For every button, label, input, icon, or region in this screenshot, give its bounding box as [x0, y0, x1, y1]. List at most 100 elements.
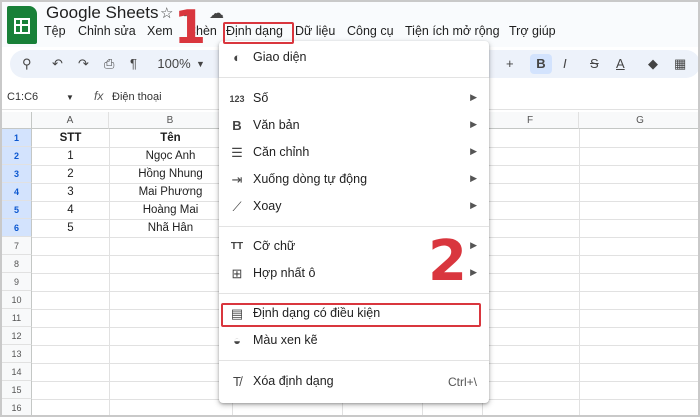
gridline — [579, 129, 580, 415]
cell-a2[interactable]: 1 — [32, 147, 109, 165]
cell-a3[interactable]: 2 — [32, 165, 109, 183]
align-icon: ☰ — [231, 145, 243, 160]
menu-divider — [219, 360, 489, 361]
menu-item-clear-formatting[interactable]: T̸ Xóa định dạng Ctrl+\ — [219, 369, 489, 395]
menu-item-text[interactable]: B Văn bản ▶ — [219, 113, 489, 139]
menu-file[interactable]: Tệp — [44, 24, 66, 38]
menu-item-label: Màu xen kẽ — [253, 333, 318, 347]
wrap-icon: ⇥ — [231, 172, 243, 187]
submenu-arrow-icon: ▶ — [470, 119, 477, 129]
menu-item-label: Căn chỉnh — [253, 145, 310, 159]
row-header[interactable]: 5 — [2, 201, 32, 219]
cell-b4[interactable]: Mai Phương — [109, 183, 232, 201]
menu-item-number[interactable]: 123 Số ▶ — [219, 86, 489, 112]
column-header[interactable]: A — [32, 112, 109, 129]
fx-icon: fx — [94, 89, 104, 103]
select-all-corner[interactable] — [2, 112, 32, 129]
menu-item-label: Xóa định dạng — [253, 374, 334, 388]
menu-item-label: Số — [253, 91, 269, 105]
star-icon[interactable]: ☆ — [160, 4, 173, 22]
paint-format-icon[interactable]: ¶ — [130, 54, 137, 74]
row-header[interactable]: 8 — [2, 255, 32, 273]
print-icon[interactable]: ⎙ — [104, 54, 114, 74]
menu-format[interactable]: Định dạng — [226, 24, 283, 38]
cell-a4[interactable]: 3 — [32, 183, 109, 201]
row-header[interactable]: 16 — [2, 399, 32, 415]
cell-b1[interactable]: Tên — [109, 129, 232, 147]
bold-icon[interactable]: B — [530, 54, 552, 74]
menu-item-wrapping[interactable]: ⇥ Xuống dòng tự động ▶ — [219, 167, 489, 193]
row-header[interactable]: 14 — [2, 363, 32, 381]
row-header[interactable]: 9 — [2, 273, 32, 291]
row-header[interactable]: 15 — [2, 381, 32, 399]
text-color-icon[interactable]: A — [616, 54, 625, 74]
row-header[interactable]: 10 — [2, 291, 32, 309]
menu-item-theme[interactable]: ◐ Giao diện — [219, 45, 489, 71]
menu-divider — [219, 226, 489, 227]
redo-icon[interactable]: ↷ — [78, 54, 89, 74]
clear-format-icon: T̸ — [233, 374, 241, 389]
cell-b2[interactable]: Ngọc Anh — [109, 147, 232, 165]
menu-item-label: Cỡ chữ — [253, 239, 296, 253]
row-header[interactable]: 3 — [2, 165, 32, 183]
cell-b5[interactable]: Hoàng Mai — [109, 201, 232, 219]
fill-color-icon[interactable]: ◆ — [648, 54, 658, 74]
name-box[interactable]: C1:C6 — [7, 91, 38, 103]
row-header[interactable]: 12 — [2, 327, 32, 345]
italic-icon[interactable]: I — [563, 54, 567, 74]
screenshot-frame: Google Sheets ☆ ▭ ☁ Tệp Chỉnh sửa Xem Ch… — [0, 0, 700, 417]
font-size-icon: TT — [230, 241, 244, 252]
zoom-dropdown-icon[interactable]: ▼ — [196, 54, 205, 74]
menu-item-label: Định dạng có điều kiện — [253, 306, 381, 320]
row-header[interactable]: 2 — [2, 147, 32, 165]
cell-a5[interactable]: 4 — [32, 201, 109, 219]
sheets-logo-icon[interactable] — [7, 6, 37, 44]
row-header[interactable]: 11 — [2, 309, 32, 327]
cell-b6[interactable]: Nhã Hân — [109, 219, 232, 237]
strikethrough-icon[interactable]: S — [590, 54, 599, 74]
menu-item-label: Hợp nhất ô — [253, 266, 316, 280]
menu-item-label: Giao diện — [253, 50, 307, 64]
submenu-arrow-icon: ▶ — [470, 240, 477, 250]
merge-icon: ⊞ — [231, 266, 243, 281]
menu-edit[interactable]: Chỉnh sửa — [78, 24, 136, 38]
rotate-icon: ⟋ — [232, 199, 242, 214]
row-header[interactable]: 6 — [2, 219, 32, 237]
column-header[interactable]: F — [482, 112, 579, 129]
menu-item-alignment[interactable]: ☰ Căn chỉnh ▶ — [219, 140, 489, 166]
undo-icon[interactable]: ↶ — [52, 54, 63, 74]
menu-item-label: Xoay — [253, 199, 282, 213]
borders-icon[interactable]: ▦ — [674, 54, 686, 74]
search-menus-icon[interactable]: ⚲ — [22, 54, 32, 74]
paint-roller-icon: ▤ — [230, 306, 244, 321]
row-header[interactable]: 13 — [2, 345, 32, 363]
increase-font-size-icon[interactable]: + — [506, 54, 514, 74]
row-header[interactable]: 4 — [2, 183, 32, 201]
cell-b3[interactable]: Hồng Nhung — [109, 165, 232, 183]
menu-item-label: Xuống dòng tự động — [253, 172, 368, 186]
submenu-arrow-icon: ▶ — [470, 92, 477, 102]
menu-item-conditional-formatting[interactable]: ▤ Định dạng có điều kiện — [219, 301, 489, 327]
menu-item-rotation[interactable]: ⟋ Xoay ▶ — [219, 194, 489, 220]
column-header[interactable]: G — [579, 112, 698, 129]
submenu-arrow-icon: ▶ — [470, 173, 477, 183]
row-header[interactable]: 7 — [2, 237, 32, 255]
submenu-arrow-icon: ▶ — [470, 146, 477, 156]
cell-a1[interactable]: STT — [32, 129, 109, 147]
menu-item-alternating-colors[interactable]: ◒ Màu xen kẽ — [219, 328, 489, 354]
formula-input[interactable]: Điện thoại — [112, 91, 162, 103]
number-123-icon: 123 — [229, 94, 245, 104]
step-number-1: 1 — [174, 0, 207, 54]
cell-a6[interactable]: 5 — [32, 219, 109, 237]
menu-extensions[interactable]: Tiện ích mở rộng — [405, 24, 500, 38]
column-header[interactable]: B — [109, 112, 232, 129]
cloud-icon[interactable]: ☁ — [209, 4, 224, 22]
menu-help[interactable]: Trợ giúp — [509, 24, 556, 38]
zoom-select[interactable]: 100% — [157, 54, 191, 74]
bold-icon: B — [232, 118, 242, 133]
name-box-dropdown-icon[interactable]: ▼ — [66, 93, 74, 102]
menu-view[interactable]: Xem — [147, 24, 173, 38]
menu-data[interactable]: Dữ liệu — [295, 24, 335, 38]
row-header[interactable]: 1 — [2, 129, 32, 147]
menu-tools[interactable]: Công cụ — [347, 24, 394, 38]
